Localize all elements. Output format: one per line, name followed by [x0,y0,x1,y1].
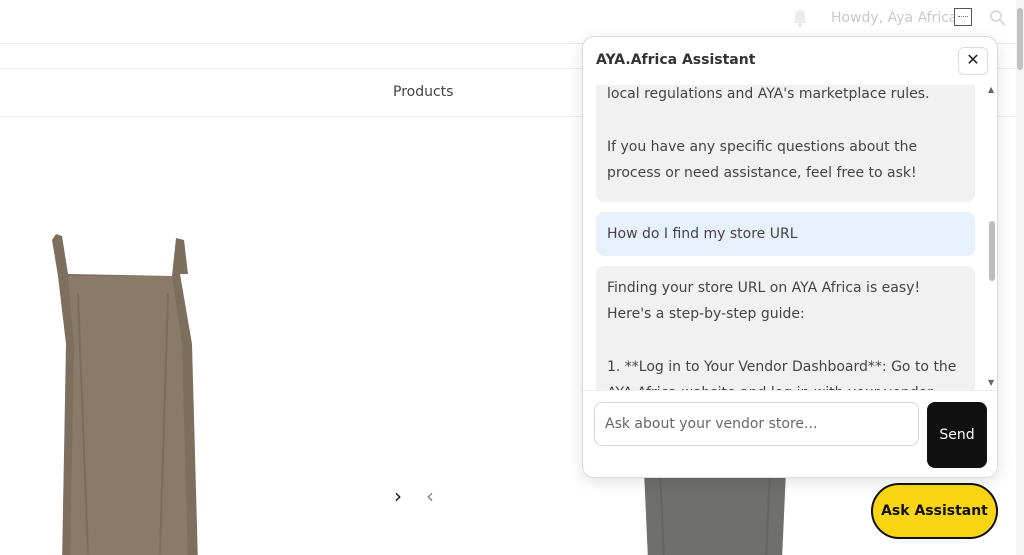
message-text: How do I find my store URL [607,226,798,242]
send-button[interactable]: Send [927,402,987,468]
assistant-header: AYA.Africa Assistant ✕ [583,37,997,85]
avatar-icon[interactable] [954,8,972,26]
message-paragraph: Finding your store URL on AYA Africa is … [607,280,921,322]
carousel-prev-button[interactable]: ‹ [426,484,446,508]
bell-icon[interactable] [791,8,809,28]
user-message: How do I find my store URL [596,212,975,256]
ask-assistant-button[interactable]: Ask Assistant [871,483,998,539]
message-paragraph: If you have any specific questions about… [607,139,918,181]
assistant-title: AYA.Africa Assistant [596,52,756,68]
message-paragraph: local regulations and AYA's marketplace … [607,86,930,102]
greeting-text[interactable]: Howdy, Aya Africa [831,10,958,26]
message-list[interactable]: local regulations and AYA's marketplace … [583,85,997,390]
page: Howdy, Aya Africa Products › ‹ AYA.Afric… [0,0,1024,555]
product-image-apron-brown[interactable] [48,234,208,555]
assistant-message: local regulations and AYA's marketplace … [596,85,975,202]
message-paragraph: 1. **Log in to Your Vendor Dashboard**: … [607,359,957,390]
assistant-scrollbar[interactable]: ▲ ▼ [986,85,997,390]
close-icon[interactable]: ✕ [958,47,988,75]
assistant-message: Finding your store URL on AYA Africa is … [596,266,975,390]
nav-item-products[interactable]: Products [393,84,453,100]
page-scrollbar-thumb[interactable] [1017,8,1023,70]
question-input[interactable] [594,402,919,446]
product-image-apron-grey[interactable] [640,470,790,555]
scroll-up-icon[interactable]: ▲ [988,85,994,94]
composer: Send [583,390,997,477]
search-icon[interactable] [989,9,1007,27]
scroll-down-icon[interactable]: ▼ [988,378,994,387]
assistant-panel: AYA.Africa Assistant ✕ local regulations… [582,36,998,478]
assistant-scrollbar-thumb[interactable] [989,221,995,281]
page-scrollbar[interactable] [1016,0,1024,555]
carousel-next-button[interactable]: › [394,484,414,508]
